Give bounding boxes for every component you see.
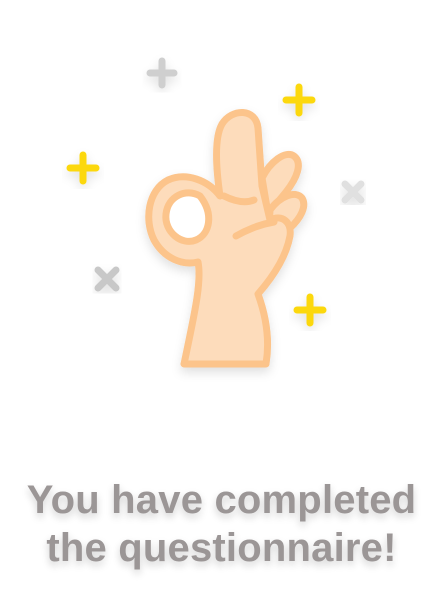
- ok-hand-icon: [145, 109, 308, 368]
- completion-screen: You have completed the questionnaire!: [0, 0, 443, 592]
- close-icon: [94, 266, 120, 292]
- completion-message-line-2: the questionnaire!: [46, 526, 397, 570]
- illustration: [66, 57, 365, 368]
- plus-icon: [146, 57, 178, 89]
- plus-icon: [66, 151, 100, 185]
- plus-icon: [282, 83, 316, 117]
- close-icon: [341, 180, 365, 204]
- completion-message-line-1: You have completed: [26, 478, 417, 522]
- completion-message: You have completed the questionnaire!: [0, 476, 443, 572]
- plus-icon: [293, 293, 327, 327]
